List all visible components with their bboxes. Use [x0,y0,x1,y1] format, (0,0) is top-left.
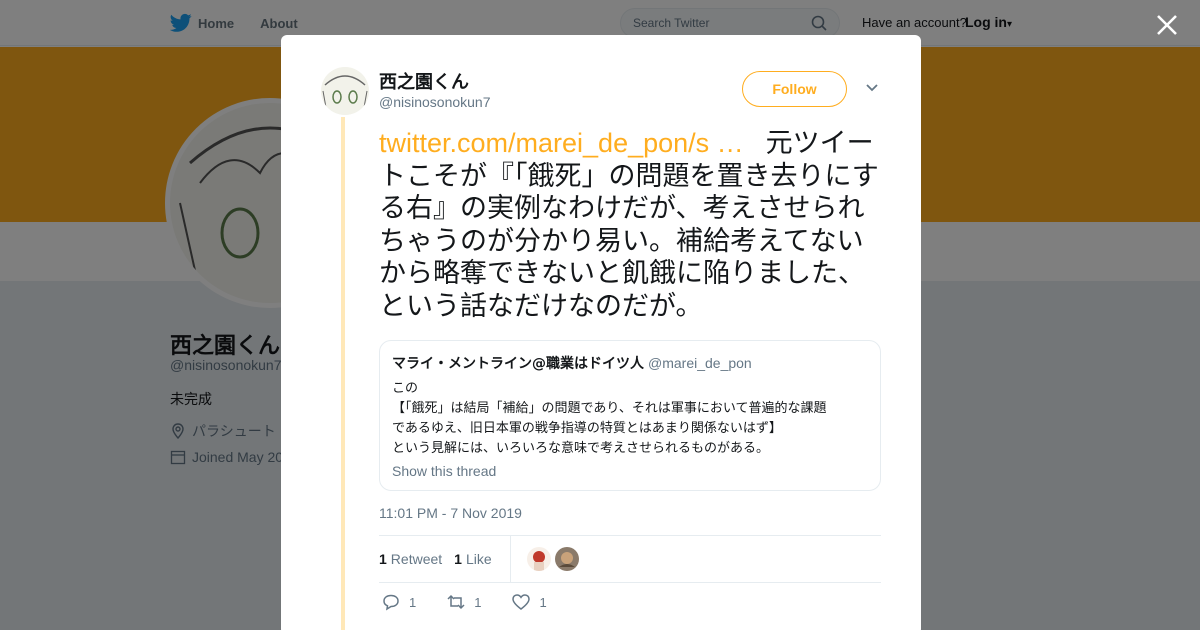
tweet-link[interactable]: twitter.com/marei_de_pon/s … [379,128,744,158]
reply-button[interactable]: 1 [381,593,416,611]
show-thread-link[interactable]: Show this thread [392,463,868,479]
quote-author-name: マライ・メントライン@職業はドイツ人 [392,356,644,372]
liker-avatar[interactable] [526,547,551,571]
like-button[interactable]: 1 [511,593,547,611]
retweet-action-count: 1 [474,594,482,610]
reply-count: 1 [409,594,417,610]
retweeter-avatar[interactable] [554,547,579,571]
like-count: 1 [454,551,462,567]
like-action-count: 1 [539,594,547,610]
tweet-modal: 西之園くん @nisinosonokun7 Follow twitter.com… [281,35,921,630]
quote-line: この [392,381,419,396]
tweet-actions: 1 1 1 [381,593,577,611]
quote-line: であるゆえ、旧日本軍の戦争指導の特質とはあまり関係ないはず】 [392,421,782,436]
quote-line: という見解には、いろいろな意味で考えさせられるものがある。 [392,441,770,456]
retweet-stat-label: Retweet [390,551,443,567]
like-stat-label: Like [465,551,492,567]
author-handle[interactable]: @nisinosonokun7 [379,94,491,110]
heart-icon [512,594,531,610]
tweet-timestamp[interactable]: 11:01 PM - 7 Nov 2019 [379,505,522,521]
quoted-tweet[interactable]: マライ・メントライン@職業はドイツ人 @marei_de_pon この 【「餓死… [379,340,881,491]
author-avatar-illustration [321,67,369,115]
quote-line: 【「餓死」は結局「補給」の問題であり、それは軍事において普遍的な課題 [392,401,827,416]
chevron-down-icon[interactable] [865,83,879,93]
retweet-count: 1 [379,551,387,567]
author-name[interactable]: 西之園くん [379,68,469,94]
quote-body: この 【「餓死」は結局「補給」の問題であり、それは軍事において普遍的な課題 であ… [392,379,868,459]
stats-divider [509,535,511,583]
like-stat[interactable]: 1 Like [454,551,491,567]
follow-button[interactable]: Follow [742,71,847,107]
tweet-text: twitter.com/marei_de_pon/s … 元ツイートこそが『「餓死… [379,127,883,323]
quote-header: マライ・メントライン@職業はドイツ人 @marei_de_pon [392,353,868,373]
retweet-icon [447,594,465,610]
retweet-stat[interactable]: 1 Retweet [379,551,442,567]
reply-icon [383,594,399,611]
author-avatar[interactable] [321,67,369,115]
retweet-button[interactable]: 1 [446,593,481,611]
close-icon[interactable] [1154,12,1180,38]
quote-author-handle: @marei_de_pon [648,355,752,371]
thread-line [341,117,345,630]
tweet-stats: 1 Retweet 1 Like [379,535,881,583]
liker-avatar-illustration [526,547,551,571]
retweeter-avatar-illustration [554,547,579,571]
